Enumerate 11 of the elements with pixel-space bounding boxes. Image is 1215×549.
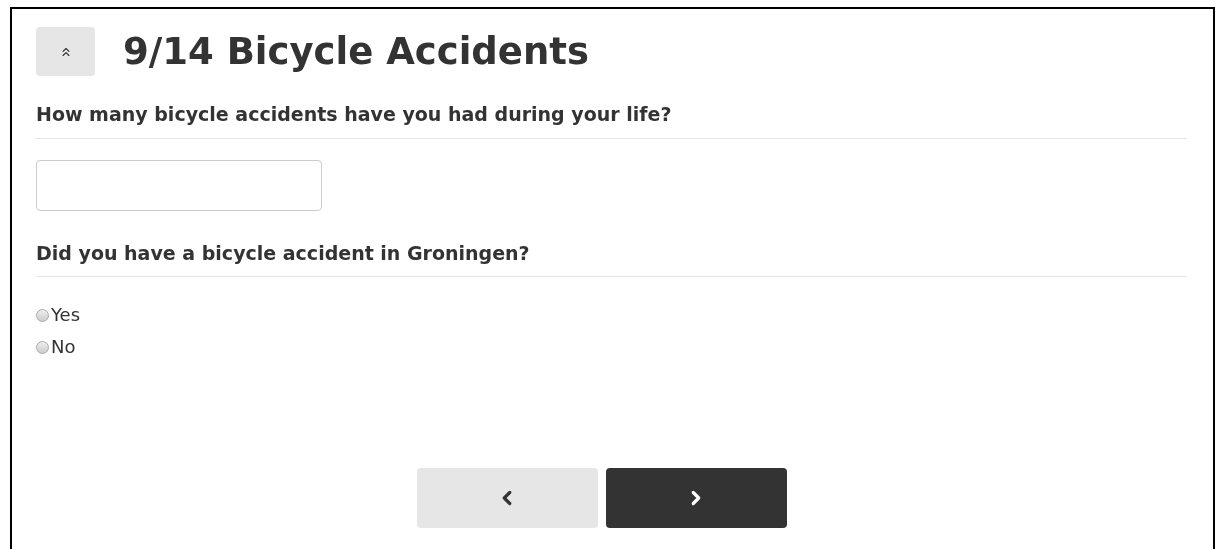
question-label: Did you have a bicycle accident in Groningen? [36, 238, 1187, 277]
answer-field[interactable] [36, 159, 322, 211]
page-title: 9/14 Bicycle Accidents [123, 33, 589, 70]
collapse-button[interactable] [36, 27, 95, 76]
option-label: Yes [51, 303, 81, 327]
next-button[interactable] [605, 468, 787, 528]
option-label: No [51, 335, 76, 359]
previous-button[interactable] [416, 468, 598, 528]
radio-button[interactable] [36, 308, 49, 322]
radio-button[interactable] [36, 340, 49, 354]
question-label: How many bicycle accidents have you had during your life? [36, 100, 1187, 139]
